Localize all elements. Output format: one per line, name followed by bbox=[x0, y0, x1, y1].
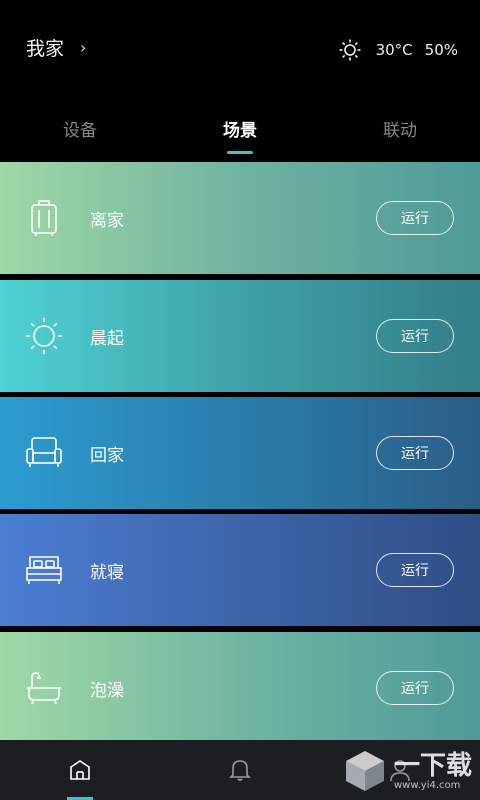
scene-name: 晨起 bbox=[90, 328, 124, 349]
run-button[interactable]: 运行 bbox=[376, 436, 454, 470]
bed-icon bbox=[24, 550, 64, 590]
bathtub-icon bbox=[24, 668, 64, 708]
run-button[interactable]: 运行 bbox=[376, 319, 454, 353]
tab-scenes[interactable]: 场景 bbox=[160, 108, 320, 158]
chevron-right-icon: › bbox=[80, 38, 87, 57]
top-header: 我家 › 30°C 50% 设备 场景 联动 bbox=[0, 0, 480, 160]
home-title: 我家 bbox=[26, 38, 65, 60]
scene-name: 离家 bbox=[90, 210, 124, 231]
tab-linkage-label: 联动 bbox=[383, 121, 417, 141]
run-button[interactable]: 运行 bbox=[376, 553, 454, 587]
scene-card-bath[interactable]: 泡澡 运行 bbox=[0, 632, 480, 740]
watermark-title: 一下载 bbox=[393, 750, 472, 781]
tab-active-indicator bbox=[227, 151, 253, 154]
luggage-icon bbox=[24, 198, 64, 238]
scene-list: 离家 运行 晨起 运行 回家 运行 就寝 运行 泡澡 运行 bbox=[0, 160, 480, 740]
scene-name: 回家 bbox=[90, 445, 124, 466]
scene-card-morning[interactable]: 晨起 运行 bbox=[0, 280, 480, 392]
humidity-value: 50% bbox=[424, 41, 458, 59]
temperature-value: 30°C bbox=[375, 41, 413, 59]
home-icon bbox=[70, 760, 90, 780]
tab-bar: 设备 场景 联动 bbox=[0, 108, 480, 158]
tab-devices-label: 设备 bbox=[63, 121, 97, 141]
cube-logo-icon bbox=[345, 751, 384, 791]
scene-name: 就寝 bbox=[90, 562, 124, 583]
sofa-icon bbox=[24, 433, 64, 473]
watermark: 一下载 www.yi4.com bbox=[342, 748, 472, 794]
tab-devices[interactable]: 设备 bbox=[0, 108, 160, 158]
nav-notifications[interactable] bbox=[160, 740, 320, 800]
sun-icon bbox=[339, 39, 361, 61]
scene-card-return-home[interactable]: 回家 运行 bbox=[0, 397, 480, 509]
tab-scenes-label: 场景 bbox=[223, 121, 257, 141]
weather-info: 30°C 50% bbox=[338, 38, 458, 62]
tab-linkage[interactable]: 联动 bbox=[320, 108, 480, 158]
scene-card-leave-home[interactable]: 离家 运行 bbox=[0, 162, 480, 274]
home-selector[interactable]: 我家 › bbox=[26, 34, 86, 61]
nav-home[interactable] bbox=[0, 740, 160, 800]
scene-card-bedtime[interactable]: 就寝 运行 bbox=[0, 514, 480, 626]
run-button[interactable]: 运行 bbox=[376, 671, 454, 705]
scene-name: 泡澡 bbox=[90, 680, 124, 701]
run-button[interactable]: 运行 bbox=[376, 201, 454, 235]
sun-icon bbox=[24, 316, 64, 356]
bell-icon bbox=[229, 760, 251, 781]
watermark-url: www.yi4.com bbox=[393, 779, 461, 791]
